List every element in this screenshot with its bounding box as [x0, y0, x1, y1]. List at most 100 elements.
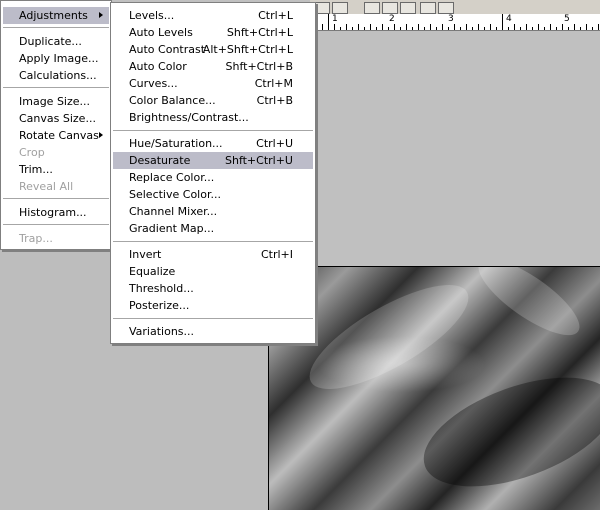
- ruler-tick: [574, 24, 575, 30]
- ruler-tick: [592, 27, 593, 30]
- ruler-tick: [580, 27, 581, 30]
- toolbar-button[interactable]: [314, 2, 330, 14]
- menu-item-replace-color[interactable]: Replace Color...: [113, 169, 313, 186]
- ruler-tick: [430, 24, 431, 30]
- submenu-arrow-icon: [99, 12, 103, 18]
- menu-item-auto-levels[interactable]: Auto Levels Shft+Ctrl+L: [113, 24, 313, 41]
- menu-item-trap: Trap...: [3, 230, 109, 247]
- ruler-tick: [394, 24, 395, 30]
- menu-item-duplicate[interactable]: Duplicate...: [3, 33, 109, 50]
- menu-item-gradient-map[interactable]: Gradient Map...: [113, 220, 313, 237]
- menu-item-auto-color[interactable]: Auto Color Shft+Ctrl+B: [113, 58, 313, 75]
- submenu-arrow-icon: [99, 132, 103, 138]
- menu-separator: [113, 241, 313, 243]
- toolbar-button[interactable]: [400, 2, 416, 14]
- options-toolbar: [310, 0, 600, 15]
- menu-item-posterize[interactable]: Posterize...: [113, 297, 313, 314]
- menu-item-calculations[interactable]: Calculations...: [3, 67, 109, 84]
- menu-item-label: Auto Contrast: [129, 43, 206, 56]
- menu-item-hue-saturation[interactable]: Hue/Saturation... Ctrl+U: [113, 135, 313, 152]
- ruler-tick: [400, 27, 401, 30]
- menu-item-trim[interactable]: Trim...: [3, 161, 109, 178]
- menu-item-label: Curves...: [129, 77, 178, 90]
- ruler-tick: [346, 24, 347, 30]
- ruler-tick: [364, 27, 365, 30]
- menu-item-label: Channel Mixer...: [129, 205, 218, 218]
- ruler-tick: [418, 24, 419, 30]
- menu-item-image-size[interactable]: Image Size...: [3, 93, 109, 110]
- menu-item-label: Adjustments: [19, 9, 88, 22]
- ruler-tick: [520, 27, 521, 30]
- menu-item-adjustments[interactable]: Adjustments: [3, 7, 109, 24]
- satin-highlight: [468, 267, 590, 348]
- ruler-tick: [328, 14, 329, 30]
- ruler-tick: [496, 27, 497, 30]
- menu-shortcut: Ctrl+L: [258, 9, 293, 22]
- menu-item-desaturate[interactable]: Desaturate Shft+Ctrl+U: [113, 152, 313, 169]
- ruler-label-2: 2: [389, 14, 395, 24]
- menu-shortcut: Alt+Shft+Ctrl+L: [202, 43, 293, 56]
- ruler-tick: [478, 24, 479, 30]
- menu-shortcut: Shft+Ctrl+B: [225, 60, 294, 73]
- menu-item-apply-image[interactable]: Apply Image...: [3, 50, 109, 67]
- menu-item-rotate-canvas[interactable]: Rotate Canvas: [3, 127, 109, 144]
- menu-item-histogram[interactable]: Histogram...: [3, 204, 109, 221]
- satin-highlight: [296, 267, 482, 408]
- menu-shortcut: Ctrl+M: [254, 77, 293, 90]
- menu-shortcut: Ctrl+I: [260, 248, 293, 261]
- ruler-label-5: 5: [564, 14, 570, 24]
- toolbar-button[interactable]: [332, 2, 348, 14]
- toolbar-button[interactable]: [364, 2, 380, 14]
- ruler-tick: [358, 24, 359, 30]
- ruler-tick: [586, 24, 587, 30]
- menu-item-invert[interactable]: Invert Ctrl+I: [113, 246, 313, 263]
- ruler-tick: [550, 24, 551, 30]
- menu-separator: [113, 318, 313, 320]
- menu-item-auto-contrast[interactable]: Auto Contrast Alt+Shft+Ctrl+L: [113, 41, 313, 58]
- menu-item-label: Gradient Map...: [129, 222, 215, 235]
- menu-item-label: Color Balance...: [129, 94, 216, 107]
- menu-item-label: Reveal All: [19, 180, 74, 193]
- menu-item-reveal-all: Reveal All: [3, 178, 109, 195]
- ruler-tick: [562, 24, 563, 30]
- ruler-tick: [424, 27, 425, 30]
- toolbar-button[interactable]: [382, 2, 398, 14]
- ruler-tick: [436, 27, 437, 30]
- menu-shortcut: Ctrl+B: [256, 94, 293, 107]
- ruler-tick: [334, 24, 335, 30]
- horizontal-ruler: 1 2 3 4 5: [310, 14, 600, 31]
- menu-separator: [3, 27, 109, 29]
- menu-item-curves[interactable]: Curves... Ctrl+M: [113, 75, 313, 92]
- satin-shadow: [409, 355, 600, 509]
- ruler-tick: [382, 24, 383, 30]
- ruler-tick: [490, 24, 491, 30]
- ruler-tick: [472, 27, 473, 30]
- menu-item-channel-mixer[interactable]: Channel Mixer...: [113, 203, 313, 220]
- menu-item-crop: Crop: [3, 144, 109, 161]
- ruler-label-1: 1: [332, 14, 338, 24]
- menu-item-label: Auto Levels: [129, 26, 193, 39]
- ruler-tick: [376, 27, 377, 30]
- canvas-image[interactable]: [268, 266, 600, 510]
- menu-item-brightness-contrast[interactable]: Brightness/Contrast...: [113, 109, 313, 126]
- toolbar-button[interactable]: [438, 2, 454, 14]
- menu-item-selective-color[interactable]: Selective Color...: [113, 186, 313, 203]
- menu-item-levels[interactable]: Levels... Ctrl+L: [113, 7, 313, 24]
- menu-item-equalize[interactable]: Equalize: [113, 263, 313, 280]
- ruler-tick: [316, 27, 317, 30]
- menu-item-color-balance[interactable]: Color Balance... Ctrl+B: [113, 92, 313, 109]
- image-menu: Adjustments Duplicate... Apply Image... …: [0, 0, 112, 250]
- menu-item-label: Trap...: [19, 232, 53, 245]
- menu-item-label: Replace Color...: [129, 171, 215, 184]
- menu-item-canvas-size[interactable]: Canvas Size...: [3, 110, 109, 127]
- menu-item-label: Trim...: [19, 163, 53, 176]
- menu-item-threshold[interactable]: Threshold...: [113, 280, 313, 297]
- ruler-tick: [454, 24, 455, 30]
- menu-shortcut: Ctrl+U: [256, 137, 293, 150]
- ruler-tick: [442, 24, 443, 30]
- menu-item-label: Histogram...: [19, 206, 87, 219]
- menu-item-variations[interactable]: Variations...: [113, 323, 313, 340]
- ruler-tick: [532, 27, 533, 30]
- menu-item-label: Apply Image...: [19, 52, 99, 65]
- toolbar-button[interactable]: [420, 2, 436, 14]
